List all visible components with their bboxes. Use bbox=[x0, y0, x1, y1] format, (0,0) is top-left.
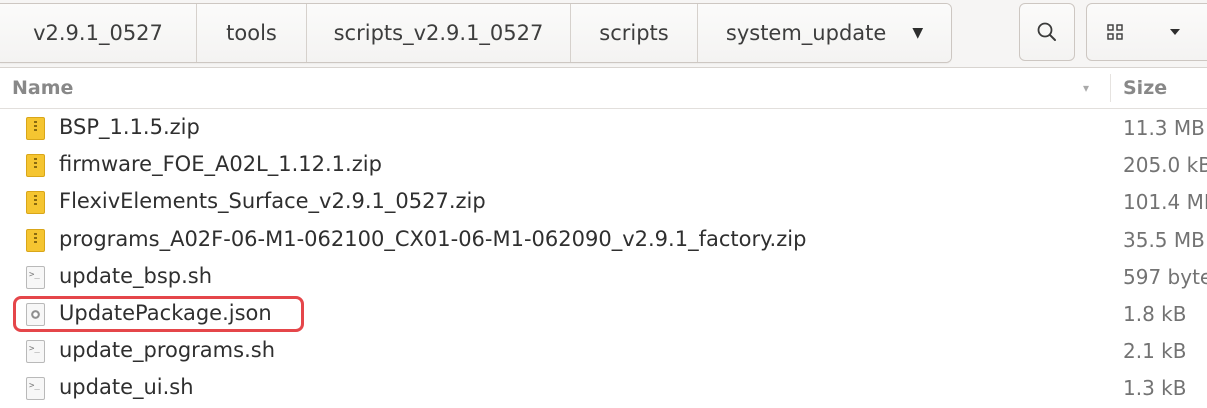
zip-file-icon bbox=[26, 117, 45, 140]
column-header-size[interactable]: Size bbox=[1123, 77, 1167, 99]
file-row[interactable]: FlexivElements_Surface_v2.9.1_0527.zip 1… bbox=[0, 184, 1207, 221]
zip-file-icon bbox=[26, 191, 45, 214]
sort-indicator-icon: ▾ bbox=[1083, 81, 1090, 95]
file-row[interactable]: update_programs.sh 2.1 kB bbox=[0, 333, 1207, 370]
breadcrumb-item-system-update[interactable]: system_update ▼ bbox=[698, 4, 951, 62]
breadcrumb-label: scripts_v2.9.1_0527 bbox=[333, 21, 544, 45]
file-name: BSP_1.1.5.zip bbox=[59, 115, 200, 139]
breadcrumb-item-scripts[interactable]: scripts bbox=[571, 4, 698, 62]
breadcrumb-item-v2-9-1-0527[interactable]: v2.9.1_0527 bbox=[0, 4, 197, 62]
breadcrumb-label: system_update bbox=[725, 21, 887, 45]
file-name: firmware_FOE_A02L_1.12.1.zip bbox=[59, 152, 382, 176]
breadcrumb-label: v2.9.1_0527 bbox=[33, 21, 163, 45]
file-name: update_bsp.sh bbox=[59, 264, 213, 288]
file-size: 597 bytes bbox=[1123, 265, 1207, 289]
file-size: 1.8 kB bbox=[1123, 302, 1187, 326]
file-size: 35.5 MB bbox=[1123, 228, 1205, 252]
file-row[interactable]: firmware_FOE_A02L_1.12.1.zip 205.0 kB bbox=[0, 147, 1207, 184]
chevron-down-icon bbox=[1170, 29, 1180, 35]
file-name: update_programs.sh bbox=[59, 338, 275, 362]
file-name: programs_A02F-06-M1-062100_CX01-06-M1-06… bbox=[59, 227, 807, 251]
view-toggle-button[interactable] bbox=[1086, 3, 1144, 61]
search-button[interactable] bbox=[1019, 3, 1075, 61]
file-name: update_ui.sh bbox=[59, 375, 194, 399]
zip-file-icon bbox=[26, 154, 45, 177]
shell-script-icon bbox=[26, 377, 45, 400]
chevron-down-icon: ▼ bbox=[912, 25, 924, 41]
column-header: Name ▾ Size bbox=[0, 68, 1207, 109]
view-options-button[interactable] bbox=[1143, 3, 1207, 61]
breadcrumb-item-scripts-v2-9-1-0527[interactable]: scripts_v2.9.1_0527 bbox=[307, 4, 571, 62]
column-divider[interactable] bbox=[1110, 74, 1111, 102]
file-size: 205.0 kB bbox=[1123, 153, 1207, 177]
shell-script-icon bbox=[26, 340, 45, 363]
path-bar: v2.9.1_0527 tools scripts_v2.9.1_0527 sc… bbox=[0, 0, 1207, 68]
file-row[interactable]: update_ui.sh 1.3 kB bbox=[0, 370, 1207, 407]
breadcrumb: v2.9.1_0527 tools scripts_v2.9.1_0527 sc… bbox=[0, 3, 952, 63]
file-size: 11.3 MB bbox=[1123, 116, 1205, 140]
file-row[interactable]: programs_A02F-06-M1-062100_CX01-06-M1-06… bbox=[0, 222, 1207, 259]
breadcrumb-label: scripts bbox=[599, 21, 669, 45]
file-name: FlexivElements_Surface_v2.9.1_0527.zip bbox=[59, 189, 486, 213]
shell-script-icon bbox=[26, 266, 45, 289]
file-size: 1.3 kB bbox=[1123, 376, 1187, 400]
highlight-box bbox=[13, 296, 304, 332]
file-size: 2.1 kB bbox=[1123, 339, 1187, 363]
column-header-name[interactable]: Name bbox=[12, 77, 73, 99]
grid-view-icon bbox=[1107, 24, 1123, 40]
breadcrumb-item-tools[interactable]: tools bbox=[197, 4, 307, 62]
breadcrumb-label: tools bbox=[226, 21, 277, 45]
file-size: 101.4 MB bbox=[1123, 190, 1207, 214]
file-row[interactable]: BSP_1.1.5.zip 11.3 MB bbox=[0, 110, 1207, 147]
search-icon bbox=[1037, 22, 1056, 41]
file-row[interactable]: update_bsp.sh 597 bytes bbox=[0, 259, 1207, 296]
zip-file-icon bbox=[26, 229, 45, 252]
